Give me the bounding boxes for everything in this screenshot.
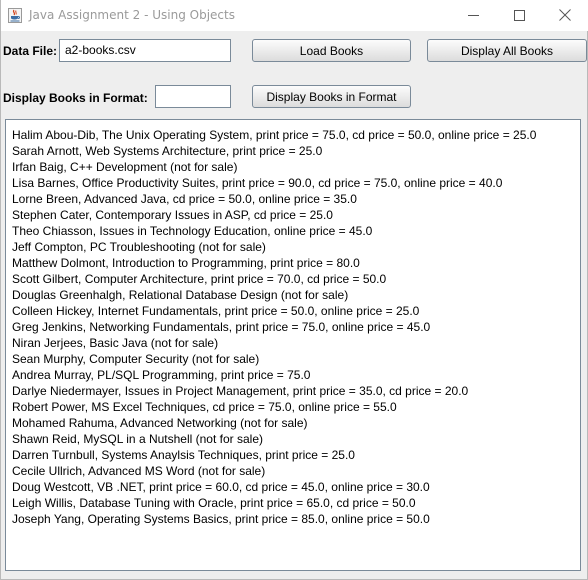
- output-line: Mohamed Rahuma, Advanced Networking (not…: [12, 416, 308, 430]
- output-line: Sarah Arnott, Web Systems Architecture, …: [12, 144, 323, 158]
- output-line: Robert Power, MS Excel Techniques, cd pr…: [12, 400, 397, 414]
- maximize-icon: [513, 6, 525, 25]
- format-input[interactable]: [155, 85, 231, 108]
- output-line: Theo Chiasson, Issues in Technology Educ…: [12, 224, 373, 238]
- output-line: Lisa Barnes, Office Productivity Suites,…: [12, 176, 503, 190]
- output-line: Darren Turnbull, Systems Anaylsis Techni…: [12, 448, 355, 462]
- app-window: Java Assignment 2 - Using Objects Data F…: [0, 0, 588, 580]
- minimize-icon: [467, 6, 479, 25]
- display-all-books-button[interactable]: Display All Books: [427, 39, 587, 62]
- maximize-button[interactable]: [496, 0, 542, 31]
- output-line: Doug Westcott, VB .NET, print price = 60…: [12, 480, 430, 494]
- format-label: Display Books in Format:: [3, 91, 148, 105]
- output-line: Scott Gilbert, Computer Architecture, pr…: [12, 272, 387, 286]
- output-line: Niran Jerjees, Basic Java (not for sale): [12, 336, 219, 350]
- window-title: Java Assignment 2 - Using Objects: [29, 8, 235, 22]
- close-button[interactable]: [542, 0, 588, 31]
- output-line: Irfan Baig, C++ Development (not for sal…: [12, 160, 238, 174]
- output-line: Matthew Dolmont, Introduction to Program…: [12, 256, 360, 270]
- data-file-label: Data File:: [3, 44, 58, 58]
- title-bar[interactable]: Java Assignment 2 - Using Objects: [1, 0, 588, 31]
- display-books-in-format-button[interactable]: Display Books in Format: [252, 85, 411, 108]
- data-file-input[interactable]: a2-books.csv: [59, 39, 231, 62]
- load-books-button[interactable]: Load Books: [252, 39, 411, 62]
- output-line: Leigh Willis, Database Tuning with Oracl…: [12, 496, 416, 510]
- close-icon: [559, 6, 571, 25]
- output-text-area[interactable]: Halim Abou-Dib, The Unix Operating Syste…: [5, 119, 581, 571]
- output-line: Sean Murphy, Computer Security (not for …: [12, 352, 260, 366]
- output-line: Jeff Compton, PC Troubleshooting (not fo…: [12, 240, 266, 254]
- output-line: Greg Jenkins, Networking Fundamentals, p…: [12, 320, 431, 334]
- minimize-button[interactable]: [450, 0, 496, 31]
- output-line: Lorne Breen, Advanced Java, cd price = 5…: [12, 192, 357, 206]
- output-line: Andrea Murray, PL/SQL Programming, print…: [12, 368, 311, 382]
- output-line: Colleen Hickey, Internet Fundamentals, p…: [12, 304, 420, 318]
- output-line: Shawn Reid, MySQL in a Nutshell (not for…: [12, 432, 263, 446]
- output-line: Stephen Cater, Contemporary Issues in AS…: [12, 208, 333, 222]
- output-line: Cecile Ullrich, Advanced MS Word (not fo…: [12, 464, 266, 478]
- output-line: Douglas Greenhalgh, Relational Database …: [12, 288, 349, 302]
- output-line: Joseph Yang, Operating Systems Basics, p…: [12, 512, 430, 526]
- output-line: Darlye Niedermayer, Issues in Project Ma…: [12, 384, 469, 398]
- java-coffee-cup-icon: [8, 8, 22, 23]
- output-line: Halim Abou-Dib, The Unix Operating Syste…: [12, 128, 537, 142]
